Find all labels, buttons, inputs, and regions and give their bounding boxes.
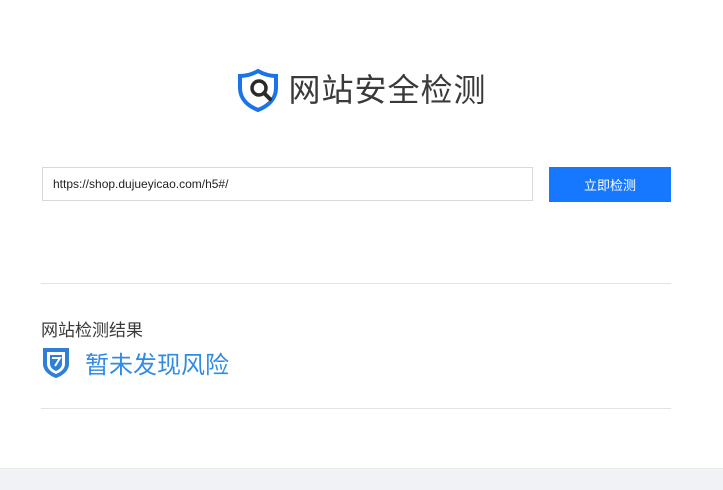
page-title: 网站安全检测 [288,71,487,109]
result-status-row: 暂未发现风险 [41,345,229,380]
result-heading: 网站检测结果 [41,321,143,341]
shield-check-icon [43,348,69,378]
header-inner: 网站安全检测 [236,68,486,112]
shield-search-icon [238,68,279,112]
bottom-divider [41,408,671,409]
footer-band [0,468,723,490]
check-now-button[interactable]: 立即检测 [549,167,671,202]
result-status-text: 暂未发现风险 [85,351,229,379]
top-divider [41,283,671,284]
page-header: 网站安全检测 [0,68,723,112]
url-input[interactable] [42,167,533,201]
